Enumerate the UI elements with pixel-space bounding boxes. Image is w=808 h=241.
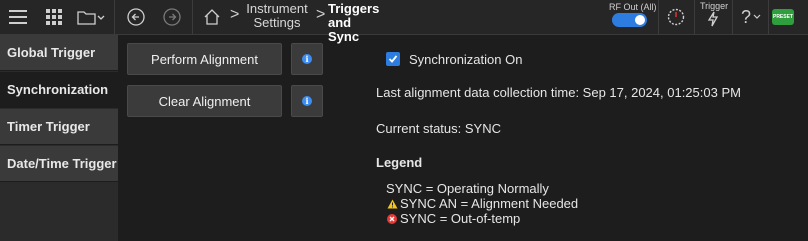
preset-button[interactable]: PRESET bbox=[772, 9, 794, 25]
help-icon[interactable]: ? bbox=[738, 0, 764, 34]
preset-label: PRESET bbox=[772, 14, 793, 20]
legend-item-operating-normally: SYNC = Operating Normally bbox=[386, 181, 549, 196]
sidebar-item-global-trigger[interactable]: Global Trigger bbox=[0, 35, 118, 71]
breadcrumb-line: Triggers bbox=[328, 1, 380, 16]
legend-text: SYNC AN = Alignment Needed bbox=[400, 196, 579, 211]
sidebar-item-label: Global Trigger bbox=[7, 45, 96, 60]
hamburger-menu-icon[interactable] bbox=[6, 0, 30, 34]
apps-grid-icon[interactable] bbox=[44, 0, 64, 34]
clear-alignment-info-button[interactable]: i bbox=[291, 85, 323, 117]
breadcrumb-line: Instrument bbox=[246, 1, 308, 16]
info-glyph: i bbox=[305, 54, 309, 64]
clear-alignment-label: Clear Alignment bbox=[158, 93, 251, 109]
breadcrumb-line: and Sync bbox=[328, 15, 360, 44]
synchronization-checkbox[interactable] bbox=[386, 52, 400, 66]
perform-alignment-button[interactable]: Perform Alignment bbox=[127, 43, 282, 75]
home-icon[interactable] bbox=[202, 0, 222, 34]
sidebar-item-synchronization[interactable]: Synchronization bbox=[0, 72, 118, 108]
legend-item-out-of-temp: SYNC = Out-of-temp bbox=[386, 211, 520, 226]
breadcrumb-line: Settings bbox=[253, 15, 301, 30]
current-status: Current status: SYNC bbox=[376, 121, 501, 136]
legend-text: SYNC = Out-of-temp bbox=[400, 211, 521, 226]
perform-alignment-info-button[interactable]: i bbox=[291, 43, 323, 75]
sidebar-item-label: Timer Trigger bbox=[7, 119, 90, 134]
error-icon bbox=[386, 213, 398, 224]
sidebar-item-date-time-trigger[interactable]: Date/Time Trigger bbox=[0, 146, 118, 182]
checkmark-icon bbox=[388, 55, 398, 63]
rf-status-gauge-icon[interactable] bbox=[666, 0, 686, 34]
info-glyph: i bbox=[305, 96, 309, 106]
rf-out-label: RF Out (All) bbox=[609, 2, 657, 12]
breadcrumb-triggers-and-sync: Triggers and Sync bbox=[328, 2, 384, 44]
help-glyph: ? bbox=[740, 6, 751, 27]
legend-item-alignment-needed: SYNC AN = Alignment Needed bbox=[386, 196, 578, 211]
sidebar-item-timer-trigger[interactable]: Timer Trigger bbox=[0, 109, 118, 145]
info-icon: i bbox=[302, 96, 312, 106]
sidebar-item-label: Synchronization bbox=[7, 82, 109, 97]
forward-arrow-icon[interactable] bbox=[162, 0, 182, 34]
breadcrumb-separator: > bbox=[230, 6, 240, 23]
breadcrumb-separator: > bbox=[316, 6, 326, 23]
toggle-knob bbox=[635, 15, 645, 25]
sidebar: Global Trigger Synchronization Timer Tri… bbox=[0, 35, 118, 241]
back-arrow-icon[interactable] bbox=[126, 0, 146, 34]
legend-title: Legend bbox=[376, 155, 423, 170]
breadcrumb-instrument-settings[interactable]: Instrument Settings bbox=[242, 2, 312, 30]
top-toolbar: > Instrument Settings > Triggers and Syn… bbox=[0, 0, 808, 44]
trigger-icon[interactable] bbox=[702, 8, 724, 30]
perform-alignment-label: Perform Alignment bbox=[151, 51, 258, 67]
legend-text: SYNC = Operating Normally bbox=[386, 181, 549, 196]
folder-dropdown-icon[interactable] bbox=[76, 0, 106, 34]
clear-alignment-button[interactable]: Clear Alignment bbox=[127, 85, 282, 117]
warning-icon bbox=[386, 199, 398, 209]
sidebar-item-label: Date/Time Trigger bbox=[7, 156, 117, 171]
info-icon: i bbox=[302, 54, 312, 64]
last-alignment-time: Last alignment data collection time: Sep… bbox=[376, 85, 741, 100]
synchronization-checkbox-label[interactable]: Synchronization On bbox=[409, 52, 522, 67]
rf-out-toggle[interactable] bbox=[612, 13, 647, 27]
